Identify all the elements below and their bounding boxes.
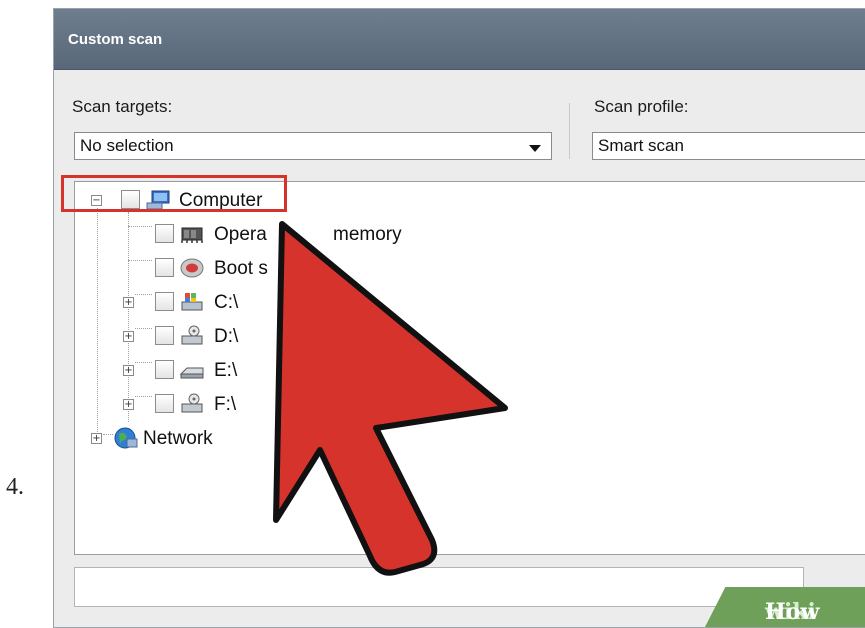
network-globe-icon [114,427,138,449]
tree-item-drive-c[interactable]: + C:\ [75,290,275,318]
expand-icon[interactable]: + [123,399,134,410]
custom-scan-window: Custom scan Scan targets: No selection S… [53,8,865,628]
expand-icon[interactable]: + [123,365,134,376]
tree-item-drive-e[interactable]: + E:\ [75,358,275,386]
boot-disk-icon [180,258,204,278]
tree-item-label-tail: memory [333,224,402,245]
title-bar: Custom scan [54,9,865,70]
tree-item-network[interactable]: + Network [75,426,275,454]
chevron-down-icon[interactable] [529,145,541,152]
wikihow-watermark: wiki How [705,587,865,627]
drive-f-checkbox[interactable] [155,394,174,413]
tree-item-label: Boot s [214,258,268,279]
scan-targets-tree: − Computer Opera memory Boot s + C:\ + D… [74,181,865,555]
system-drive-icon [181,293,203,311]
tree-item-label: F:\ [214,394,237,415]
expand-icon[interactable]: + [123,331,134,342]
step-number: 4. [6,474,24,500]
tree-item-label: D:\ [214,326,239,347]
scan-targets-label: Scan targets: [72,97,173,116]
computer-highlight-box [61,175,287,212]
drive-e-checkbox[interactable] [155,360,174,379]
divider [569,103,570,159]
scan-profile-label: Scan profile: [594,97,689,116]
status-field [74,567,804,607]
window-title: Custom scan [68,31,163,48]
operating-memory-checkbox[interactable] [155,224,174,243]
drive-icon [181,325,203,345]
expand-icon[interactable]: + [91,433,102,444]
tree-item-label: E:\ [214,360,238,381]
drive-d-checkbox[interactable] [155,326,174,345]
tree-item-label: Opera [214,224,267,245]
drive-icon [181,393,203,413]
tree-item-drive-d[interactable]: + D:\ [75,324,275,352]
tree-item-label: C:\ [214,292,239,313]
tree-item-boot-sector[interactable]: Boot s [75,256,335,284]
scan-targets-value: No selection [80,136,174,155]
watermark-how: How [765,599,820,625]
boot-sector-checkbox[interactable] [155,258,174,277]
tree-item-operating-memory[interactable]: Opera memory [75,222,435,250]
drive-c-checkbox[interactable] [155,292,174,311]
scan-profile-value: Smart scan [598,136,684,155]
removable-drive-icon [179,367,204,379]
scan-profile-dropdown[interactable]: Smart scan [592,132,865,160]
expand-icon[interactable]: + [123,297,134,308]
tree-item-label: Network [143,428,213,449]
tree-item-drive-f[interactable]: + F:\ [75,392,275,420]
memory-chip-icon [181,227,203,243]
scan-targets-dropdown[interactable]: No selection [74,132,552,160]
